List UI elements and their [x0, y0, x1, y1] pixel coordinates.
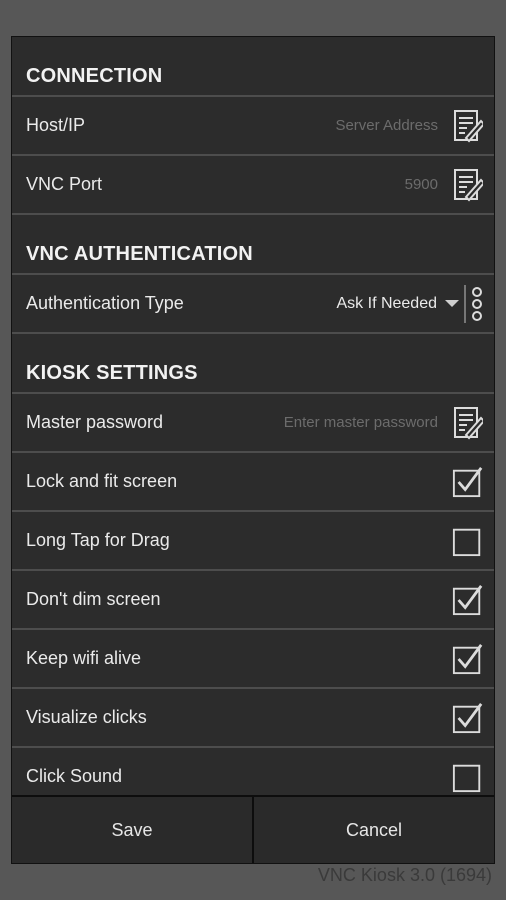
edit-icon[interactable] [452, 168, 484, 202]
section-header-auth: VNC AUTHENTICATION [12, 215, 494, 275]
dont-dim-row[interactable]: Don't dim screen [12, 571, 494, 630]
checkbox-icon[interactable] [452, 642, 484, 676]
chevron-down-icon[interactable] [445, 300, 459, 307]
version-label: VNC Kiosk 3.0 (1694) [317, 865, 492, 885]
edit-icon[interactable] [452, 109, 484, 143]
section-title: KIOSK SETTINGS [26, 362, 198, 384]
dialog-footer: Save Cancel [12, 795, 494, 863]
edit-icon[interactable] [452, 406, 484, 440]
auth-type-label: Authentication Type [26, 293, 184, 313]
checkbox-icon[interactable] [452, 701, 484, 735]
master-password-label: Master password [26, 412, 164, 432]
visualize-clicks-label: Visualize clicks [26, 707, 147, 727]
click-sound-label: Click Sound [26, 766, 123, 786]
section-title: VNC AUTHENTICATION [26, 243, 253, 265]
checkbox-icon[interactable] [452, 583, 484, 617]
auth-type-row[interactable]: Authentication Type Ask If Needed [12, 275, 494, 334]
host-row[interactable]: Host/IP Server Address [12, 97, 494, 156]
visualize-clicks-row[interactable]: Visualize clicks [12, 689, 494, 748]
keep-wifi-row[interactable]: Keep wifi alive [12, 630, 494, 689]
section-header-connection: CONNECTION [12, 37, 494, 97]
host-input[interactable]: Server Address [335, 117, 438, 134]
port-input[interactable]: 5900 [405, 176, 438, 193]
dont-dim-label: Don't dim screen [26, 589, 161, 609]
section-header-kiosk: KIOSK SETTINGS [12, 334, 494, 394]
port-label: VNC Port [26, 174, 103, 194]
save-button[interactable]: Save [12, 797, 252, 863]
lock-fit-row[interactable]: Lock and fit screen [12, 453, 494, 512]
lock-fit-label: Lock and fit screen [26, 471, 178, 491]
keep-wifi-label: Keep wifi alive [26, 648, 142, 668]
master-password-input[interactable]: Enter master password [284, 414, 438, 431]
long-tap-label: Long Tap for Drag [26, 530, 170, 550]
checkbox-icon[interactable] [452, 524, 484, 558]
port-row[interactable]: VNC Port 5900 [12, 156, 494, 215]
section-title: CONNECTION [26, 65, 163, 87]
host-label: Host/IP [26, 115, 86, 135]
checkbox-icon[interactable] [452, 465, 484, 499]
long-tap-row[interactable]: Long Tap for Drag [12, 512, 494, 571]
options-icon[interactable] [470, 286, 484, 321]
auth-type-select[interactable]: Ask If Needed [337, 295, 438, 313]
divider [464, 284, 466, 323]
settings-dialog: CONNECTION Host/IP Server Address VNC Po… [11, 36, 495, 864]
cancel-button[interactable]: Cancel [254, 797, 494, 863]
checkbox-icon[interactable] [452, 760, 484, 794]
master-password-row[interactable]: Master password Enter master password [12, 394, 494, 453]
